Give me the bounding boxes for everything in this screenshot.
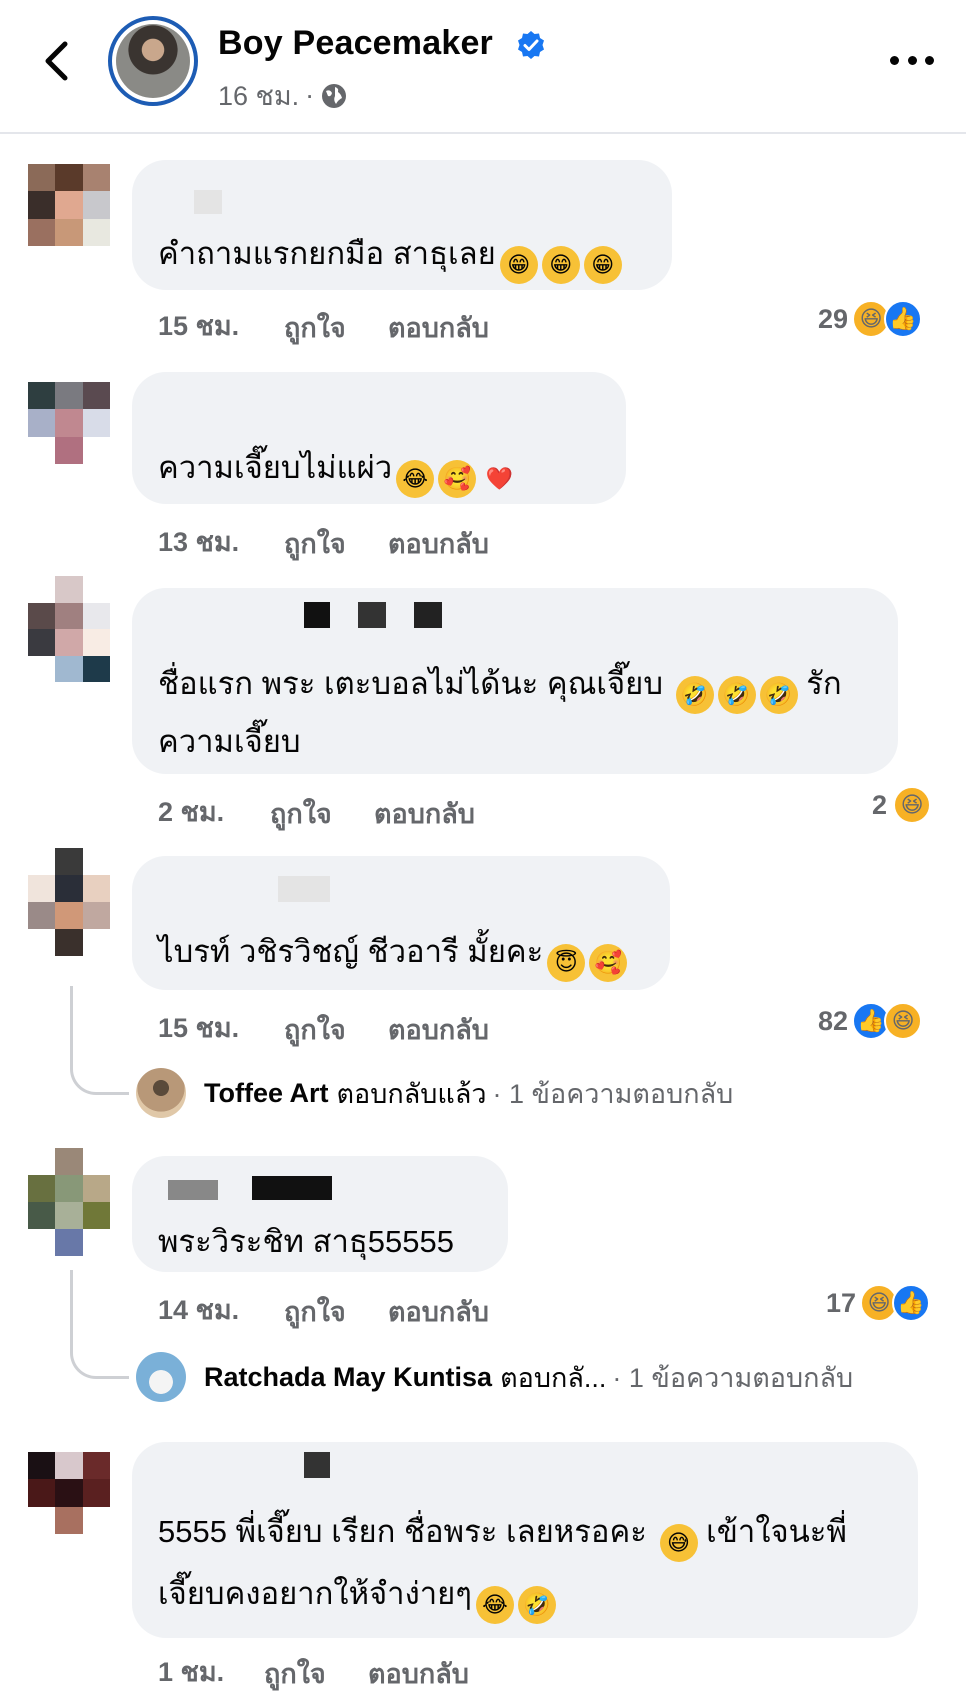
- comment-text-line2: เจี๊ยบคงอยากให้จำง่ายๆ 😂 🤣: [158, 1566, 556, 1624]
- like-reaction-icon: 👍: [884, 300, 923, 338]
- reply-button[interactable]: ตอบกลับ: [388, 522, 489, 565]
- comment-text: พระวิระชิท สาธุ55555: [158, 1224, 454, 1259]
- commenter-name-redacted: [304, 1452, 330, 1478]
- comment-text-line2: ความเจี๊ยบ: [158, 724, 301, 759]
- commenter-avatar[interactable]: [28, 164, 110, 246]
- commenter-avatar[interactable]: [28, 848, 110, 956]
- globe-icon: [322, 83, 347, 108]
- commenter-avatar[interactable]: [28, 382, 110, 464]
- like-button[interactable]: ถูกใจ: [284, 522, 346, 565]
- reaction-summary[interactable]: 2 😆: [872, 786, 932, 824]
- commenter-avatar[interactable]: [28, 576, 110, 682]
- comment-text: คำถามแรกยกมือ สาธุเลย 😁 😁 😁: [158, 226, 622, 284]
- verified-badge-icon: [518, 31, 544, 59]
- comment-time[interactable]: 15 ชม.: [158, 304, 239, 347]
- more-button[interactable]: [890, 48, 934, 72]
- reply-button[interactable]: ตอบกลับ: [388, 1008, 489, 1051]
- reply-thread-line: [70, 986, 129, 1095]
- post-header: Boy Peacemaker 16 ชม. ·: [0, 0, 966, 134]
- reply-preview[interactable]: Ratchada May Kuntisa ตอบกลั... · 1 ข้อคว…: [136, 1352, 853, 1402]
- reaction-count: 29: [818, 303, 849, 334]
- commenter-name-redacted: [278, 876, 330, 902]
- reply-count[interactable]: · 1 ข้อความตอบกลับ: [493, 1072, 734, 1115]
- reaction-count: 2: [872, 789, 888, 820]
- reply-count[interactable]: · 1 ข้อความตอบกลับ: [612, 1356, 853, 1399]
- comment-text: ชื่อแรก พระ เตะบอลไม่ได้นะ คุณเจี๊ยบ 🤣 🤣 🤣…: [158, 656, 842, 714]
- reply-author[interactable]: Toffee Art: [204, 1078, 329, 1109]
- reply-avatar: [136, 1068, 186, 1118]
- reaction-count: 17: [826, 1287, 857, 1318]
- page-avatar[interactable]: [108, 16, 198, 106]
- reaction-summary[interactable]: 29 😆 👍: [818, 300, 923, 338]
- commenter-name-redacted: [358, 602, 386, 628]
- like-button[interactable]: ถูกใจ: [284, 306, 346, 349]
- like-button[interactable]: ถูกใจ: [284, 1008, 346, 1051]
- comment-time[interactable]: 15 ชม.: [158, 1006, 239, 1049]
- commenter-name-redacted: [414, 602, 442, 628]
- commenter-avatar[interactable]: [28, 1148, 110, 1256]
- reply-verb: ตอบกลับแล้ว: [336, 1078, 487, 1109]
- more-icon: [890, 55, 899, 65]
- comment-text: ไบรท์ วชิรวิชญ์ ชีวอารี มั้ยคะ 😇 🥰: [158, 924, 628, 982]
- commenter-name-redacted: [304, 602, 330, 628]
- back-button[interactable]: [36, 38, 76, 84]
- comment-text: ความเจี๊ยบไม่แผ่ว 😂 🥰 ❤️: [158, 440, 518, 498]
- comment-time[interactable]: 2 ชม.: [158, 790, 224, 833]
- reply-button[interactable]: ตอบกลับ: [388, 1290, 489, 1333]
- reply-verb: ตอบกลั...: [500, 1362, 607, 1393]
- commenter-avatar[interactable]: [28, 1452, 110, 1534]
- like-button[interactable]: ถูกใจ: [264, 1652, 326, 1695]
- page-name[interactable]: Boy Peacemaker: [218, 24, 493, 63]
- reply-preview[interactable]: Toffee Art ตอบกลับแล้ว · 1 ข้อความตอบกลั…: [136, 1068, 733, 1118]
- post-meta: 16 ชม. ·: [218, 74, 348, 117]
- reply-button[interactable]: ตอบกลับ: [388, 306, 489, 349]
- comment-time[interactable]: 1 ชม.: [158, 1650, 224, 1693]
- reaction-summary[interactable]: 17 😆 👍: [826, 1284, 931, 1322]
- comment-time[interactable]: 14 ชม.: [158, 1288, 239, 1331]
- reply-author[interactable]: Ratchada May Kuntisa: [204, 1362, 492, 1393]
- like-button[interactable]: ถูกใจ: [284, 1290, 346, 1333]
- haha-reaction-icon: 😆: [893, 786, 932, 824]
- like-reaction-icon: 👍: [892, 1284, 931, 1322]
- meta-separator: ·: [305, 80, 315, 110]
- commenter-name-redacted: [168, 1180, 218, 1200]
- reply-avatar: [136, 1352, 186, 1402]
- comment-text: 5555 พี่เจี๊ยบ เรียก ชื่อพระ เลยหรอคะ 😅 …: [158, 1504, 847, 1562]
- reply-thread-line: [70, 1270, 129, 1379]
- reply-button[interactable]: ตอบกลับ: [368, 1652, 469, 1695]
- post-time[interactable]: 16 ชม.: [218, 74, 299, 117]
- reply-button[interactable]: ตอบกลับ: [374, 792, 475, 835]
- like-button[interactable]: ถูกใจ: [270, 792, 332, 835]
- reaction-summary[interactable]: 82 👍 😆: [818, 1002, 923, 1040]
- comment-time[interactable]: 13 ชม.: [158, 520, 239, 563]
- reaction-count: 82: [818, 1005, 849, 1036]
- commenter-name-redacted: [252, 1176, 332, 1200]
- haha-reaction-icon: 😆: [884, 1002, 923, 1040]
- chevron-left-icon: [45, 41, 68, 81]
- commenter-name-redacted: [194, 190, 222, 214]
